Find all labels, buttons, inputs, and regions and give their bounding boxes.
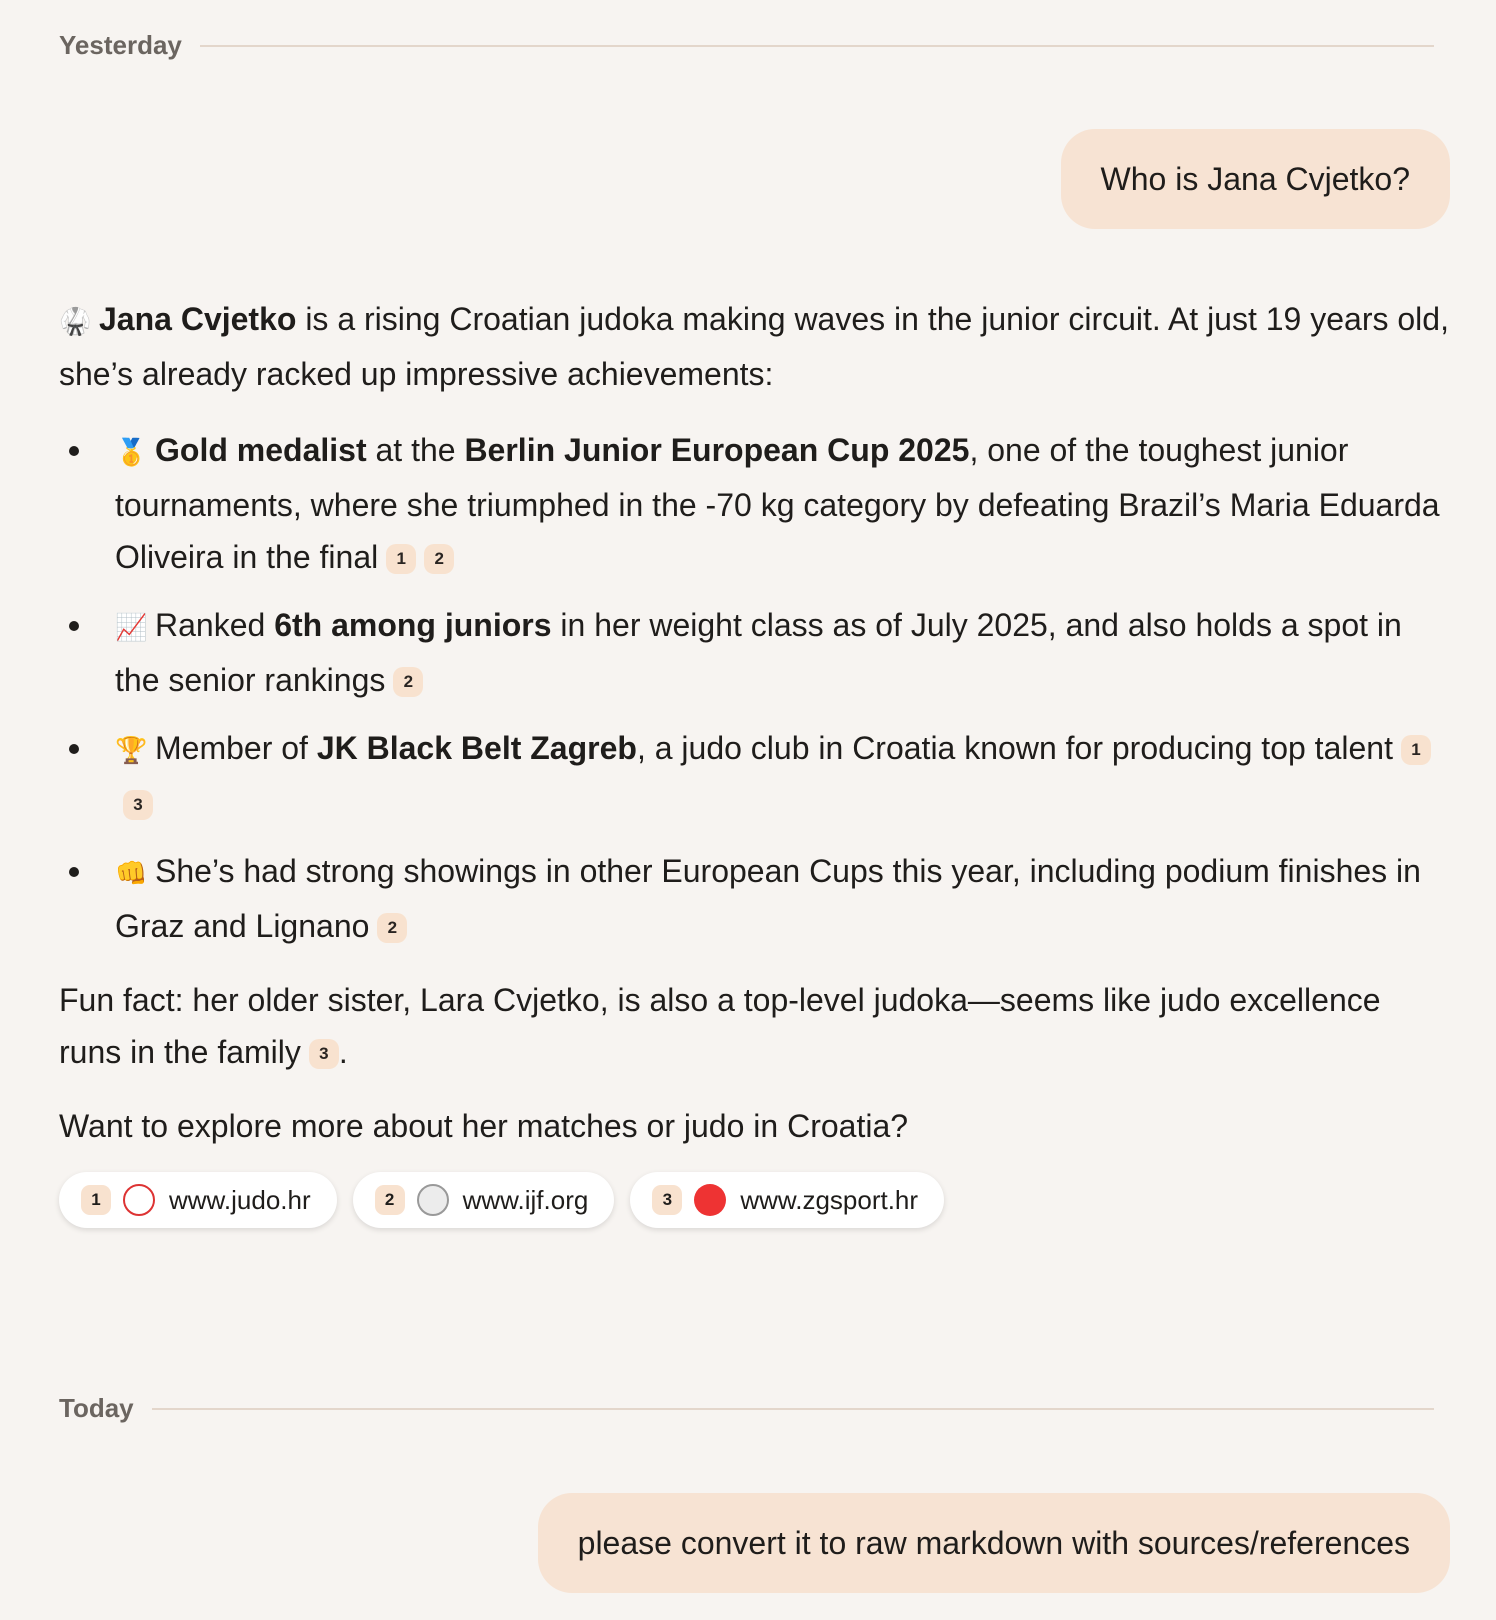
item-bold: Berlin Junior European Cup 2025 xyxy=(464,432,970,468)
source-domain: www.ijf.org xyxy=(462,1184,589,1215)
divider-line xyxy=(199,44,1434,47)
answer-intro: 🥋 Jana Cvjetko is a rising Croatian judok… xyxy=(59,293,1449,400)
citation-badge[interactable]: 3 xyxy=(123,789,153,820)
list-item: 🏆 Member of JK Black Belt Zagreb, a judo … xyxy=(59,722,1449,829)
date-divider-today: Today xyxy=(59,1393,1434,1424)
item-text: She’s had strong showings in other Europ… xyxy=(115,853,1421,944)
user-message-bubble: Who is Jana Cvjetko? xyxy=(1060,129,1450,229)
sources-row: 1 www.judo.hr 2 www.ijf.org 3 www.zgspor… xyxy=(59,1172,945,1228)
date-divider-yesterday: Yesterday xyxy=(59,30,1434,61)
item-text: Member of xyxy=(155,730,317,766)
chart-increasing-icon: 📈 xyxy=(115,613,148,643)
ijf-favicon-icon xyxy=(416,1184,449,1216)
intro-bold: Jana Cvjetko xyxy=(99,301,297,337)
source-number: 2 xyxy=(374,1185,405,1215)
bullet-dot xyxy=(69,867,79,877)
trophy-icon: 🏆 xyxy=(115,736,148,766)
item-text: at the xyxy=(366,432,465,468)
user-message-bubble: please convert it to raw markdown with s… xyxy=(537,1493,1450,1593)
item-bold: 6th among juniors xyxy=(274,607,552,643)
item-text: , a judo club in Croatia known for produ… xyxy=(636,730,1393,766)
citation-badge[interactable]: 3 xyxy=(308,1038,339,1069)
source-chip-zgsport[interactable]: 3 www.zgsport.hr xyxy=(630,1172,945,1228)
source-number: 3 xyxy=(652,1185,683,1215)
achievements-list: 🥇 Gold medalist at the Berlin Junior Euro… xyxy=(59,424,1449,952)
judo-hr-favicon-icon xyxy=(123,1184,155,1216)
user-message-text: please convert it to raw markdown with s… xyxy=(577,1524,1410,1561)
date-label: Today xyxy=(59,1393,134,1423)
citation-badge[interactable]: 2 xyxy=(377,912,408,943)
item-bold: Gold medalist xyxy=(155,432,367,468)
assistant-message: 🥋 Jana Cvjetko is a rising Croatian judok… xyxy=(59,293,1449,1152)
user-message-text: Who is Jana Cvjetko? xyxy=(1100,160,1410,197)
source-number: 1 xyxy=(81,1185,111,1215)
date-label: Yesterday xyxy=(59,30,182,60)
divider-line xyxy=(151,1407,1434,1410)
bullet-dot xyxy=(69,621,79,631)
list-item: 🥇 Gold medalist at the Berlin Junior Euro… xyxy=(59,424,1449,583)
closing-question: Want to explore more about her matches o… xyxy=(59,1108,909,1144)
citation-badge[interactable]: 1 xyxy=(1400,734,1431,765)
source-chip-judo-hr[interactable]: 1 www.judo.hr xyxy=(59,1172,337,1228)
citation-badge[interactable]: 2 xyxy=(424,543,455,574)
item-bold: JK Black Belt Zagreb xyxy=(316,730,637,766)
source-domain: www.judo.hr xyxy=(169,1184,311,1215)
list-item: 📈 Ranked 6th among juniors in her weight … xyxy=(59,599,1449,706)
citation-badge[interactable]: 2 xyxy=(393,666,424,697)
fun-fact-text: Fun fact: her older sister, Lara Cvjetko… xyxy=(59,982,1381,1070)
source-chip-ijf[interactable]: 2 www.ijf.org xyxy=(352,1172,615,1228)
fun-fact-paragraph: Fun fact: her older sister, Lara Cvjetko… xyxy=(59,974,1449,1078)
bullet-dot xyxy=(69,446,79,456)
bullet-dot xyxy=(69,744,79,754)
list-item: 👊 She’s had strong showings in other Euro… xyxy=(59,845,1449,952)
gold-medal-icon: 🥇 xyxy=(115,438,148,468)
fist-icon: 👊 xyxy=(115,859,148,889)
zgsport-favicon-icon xyxy=(694,1184,727,1216)
fun-fact-period: . xyxy=(338,1034,348,1070)
citation-badge[interactable]: 1 xyxy=(386,543,417,574)
martial-arts-uniform-icon: 🥋 xyxy=(59,307,92,337)
source-domain: www.zgsport.hr xyxy=(740,1184,919,1215)
item-text: Ranked xyxy=(155,607,275,643)
